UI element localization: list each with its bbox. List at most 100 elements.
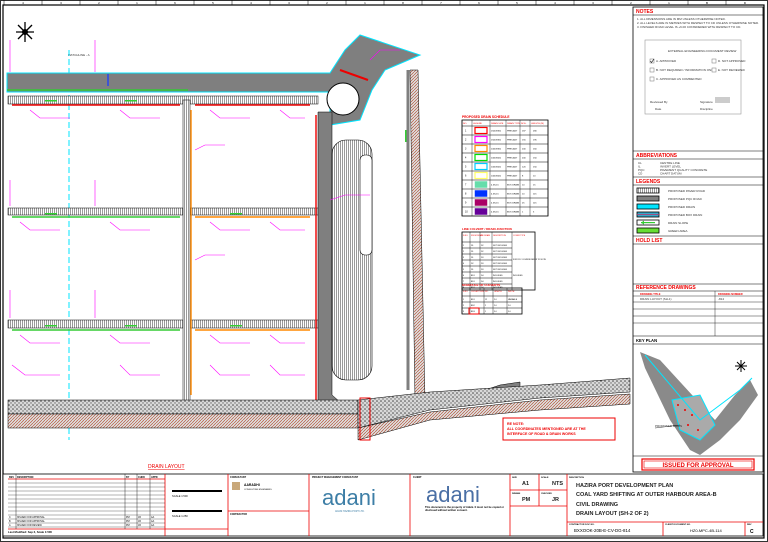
- svg-text:DESCRIPTION: DESCRIPTION: [17, 476, 34, 479]
- review-stamp-box: EXTERNAL ENGINEERING DOCUMENT REVIEW A. …: [644, 39, 746, 115]
- notes-heading: NOTES: [636, 9, 654, 15]
- svg-text:5: 5: [465, 166, 467, 169]
- review-option-checkbox[interactable]: [711, 67, 717, 73]
- north-arrow-icon: [16, 22, 34, 42]
- svg-text:4.5X4.5: 4.5X4.5: [491, 212, 499, 214]
- svg-text:BOX DRAIN: BOX DRAIN: [507, 211, 519, 214]
- drain-schedule-row: 2 1500X900 PRECAST 155 195: [465, 135, 537, 144]
- svg-text:CHKD: CHKD: [138, 476, 145, 479]
- svg-text:-814: -814: [718, 297, 724, 301]
- review-option-checkbox[interactable]: [711, 58, 717, 64]
- svg-text:Discipline: Discipline: [700, 107, 713, 111]
- legend-label: DRAIN SLOPE: [668, 221, 688, 225]
- svg-text:4: 4: [463, 263, 464, 265]
- svg-text:PROJECT MANAGEMENT CONSULTANT: PROJECT MANAGEMENT CONSULTANT: [312, 476, 359, 479]
- title-block: REV DESCRIPTION BY CHKD APPDC ISSUED FOR APPR…: [2, 473, 764, 537]
- svg-text:AA: AA: [151, 520, 155, 523]
- svg-text:LINE CULVERT / DRAIN JUNCTION: LINE CULVERT / DRAIN JUNCTION: [462, 227, 512, 231]
- svg-text:SCALE 1:500: SCALE 1:500: [172, 494, 188, 498]
- svg-text:AA: AA: [151, 524, 155, 527]
- svg-text:BOX DRAIN: BOX DRAIN: [507, 202, 519, 205]
- svg-text:RE NOTE:: RE NOTE:: [507, 422, 524, 426]
- adani-logo-pmc: adani: [322, 485, 376, 510]
- svg-text:1: 1: [485, 311, 486, 313]
- drain-legend-swatch: [474, 162, 488, 171]
- svg-text:195: 195: [533, 140, 537, 142]
- drain-legend-swatch: [474, 208, 488, 215]
- key-plan-heading: KEY PLAN: [636, 338, 657, 343]
- svg-text:1500X900: 1500X900: [491, 131, 502, 133]
- svg-text:10: 10: [465, 211, 468, 214]
- svg-text:DESCRIPTION: DESCRIPTION: [569, 477, 584, 479]
- svg-text:LENGTH: LENGTH: [494, 291, 502, 293]
- drain-schedule-row: 3 1000X900 PRECAST 200 160: [465, 144, 537, 153]
- svg-text:ADANI HAZIRA PORT LTD.: ADANI HAZIRA PORT LTD.: [335, 510, 365, 513]
- svg-text:PRECAST: PRECAST: [507, 175, 518, 178]
- svg-text:D3: D3: [481, 263, 483, 265]
- svg-text:D2: D2: [481, 245, 483, 247]
- drain-schedule-row: 5 1000X600 PRECAST 120 150: [465, 162, 537, 171]
- svg-text:5: 5: [463, 269, 464, 271]
- review-option-checkbox[interactable]: [649, 76, 655, 82]
- svg-text:CLIENT DOCUMENT NO.: CLIENT DOCUMENT NO.: [665, 524, 691, 526]
- svg-text:BD1: BD1: [471, 299, 475, 301]
- svg-text:C. APPROVED AS COMMENTED: C. APPROVED AS COMMENTED: [656, 77, 702, 81]
- svg-text:NOT INCLUDED: NOT INCLUDED: [493, 263, 508, 265]
- project-subtitle: COAL YARD SHIFTING AT OUTER HARBOUR AREA…: [576, 492, 717, 498]
- legend-label: GREEN AREA: [668, 229, 688, 233]
- svg-text:10: 10: [533, 176, 536, 178]
- svg-text:D2: D2: [471, 263, 473, 265]
- svg-text:8: 8: [522, 176, 524, 178]
- svg-text:PROPOSED DRAIN SCHEDULE: PROPOSED DRAIN SCHEDULE: [462, 115, 509, 119]
- svg-text:3: 3: [465, 148, 467, 151]
- svg-text:155: 155: [522, 140, 526, 142]
- svg-text:PRECAST: PRECAST: [507, 130, 518, 133]
- drawing-title: DRAIN LAYOUT: [148, 464, 185, 470]
- svg-text:ISSUED FOR APPROVAL: ISSUED FOR APPROVAL: [662, 463, 733, 469]
- drawing-category: CIVIL DRAWING: [576, 502, 618, 508]
- svg-text:D1: D1: [471, 245, 473, 247]
- svg-text:2.0: 2.0: [494, 305, 497, 307]
- svg-text:D3: D3: [481, 257, 483, 259]
- drain-legend-swatch: [474, 181, 488, 188]
- svg-text:8: 8: [465, 193, 467, 196]
- right-panel: NOTES 1. ALL DIMENSIONS ARE IN MM UNLESS…: [632, 6, 764, 473]
- svg-text:NOT INCLUDED: NOT INCLUDED: [493, 257, 508, 259]
- drain-schedule-table: PROPOSED DRAIN SCHEDULE NO. LEGEND DRAIN S…: [461, 115, 549, 217]
- svg-text:7: 7: [465, 184, 467, 187]
- svg-text:2: 2: [463, 251, 464, 253]
- svg-text:3: 3: [463, 257, 464, 259]
- junction-row: 2 D1 D2 NOT INCLUDED: [463, 251, 508, 253]
- reference-drawings-heading: REFERENCE DRAWINGS: [636, 285, 696, 291]
- svg-text:BD3: BD3: [471, 311, 475, 313]
- drawing-name: DRAIN LAYOUT (SH-2 OF 2): [576, 511, 649, 517]
- svg-text:NO.: NO.: [463, 123, 467, 125]
- svg-text:2.0: 2.0: [494, 299, 497, 301]
- svg-text:D4: D4: [481, 275, 483, 277]
- svg-text:6: 6: [465, 175, 467, 178]
- svg-text:D. NOT APPROVED: D. NOT APPROVED: [718, 59, 746, 63]
- review-option-checkbox[interactable]: [649, 67, 655, 73]
- svg-text:PM: PM: [522, 497, 531, 503]
- client-disclaimer: This document is the property of Adani. …: [425, 506, 505, 512]
- adani-logo-client: adani: [426, 482, 480, 507]
- svg-text:JR: JR: [138, 516, 141, 519]
- svg-text:SCHEDULE OF CULVERTS: SCHEDULE OF CULVERTS: [462, 283, 500, 287]
- svg-text:PROPOSED DRAIN: PROPOSED DRAIN: [655, 424, 682, 428]
- svg-text:INTERFACE OF ROAD & DRAIN WORK: INTERFACE OF ROAD & DRAIN WORKS: [507, 432, 576, 436]
- svg-text:DRAIN SIZE: DRAIN SIZE: [491, 122, 504, 125]
- svg-text:115: 115: [533, 194, 537, 196]
- svg-text:E. NOT REVIEWED: E. NOT REVIEWED: [718, 68, 746, 72]
- site-plan: MATCHLINE - A RE NOTE: ALL COORDINATES M…: [6, 22, 631, 470]
- svg-text:SCALE: SCALE: [541, 476, 549, 479]
- drain-schedule-row: 8 4.5X4.5 BOX DRAIN 10 115: [465, 190, 537, 197]
- legends-heading: LEGENDS: [636, 179, 661, 185]
- svg-text:D1: D1: [471, 269, 473, 271]
- legend-label: PROPOSED DRAIN: [668, 205, 695, 209]
- legend-swatch: [636, 187, 660, 194]
- svg-text:PRECAST: PRECAST: [507, 166, 518, 169]
- culvert-row: 3 BD3 1 5.0 5.0: [463, 311, 511, 313]
- junction-row: 6 BD1 D4 INCLUDED: [463, 275, 503, 277]
- svg-text:10: 10: [522, 194, 525, 196]
- drain-schedule-row: 10 4.5X4.5 BOX DRAIN 1 5: [465, 208, 535, 215]
